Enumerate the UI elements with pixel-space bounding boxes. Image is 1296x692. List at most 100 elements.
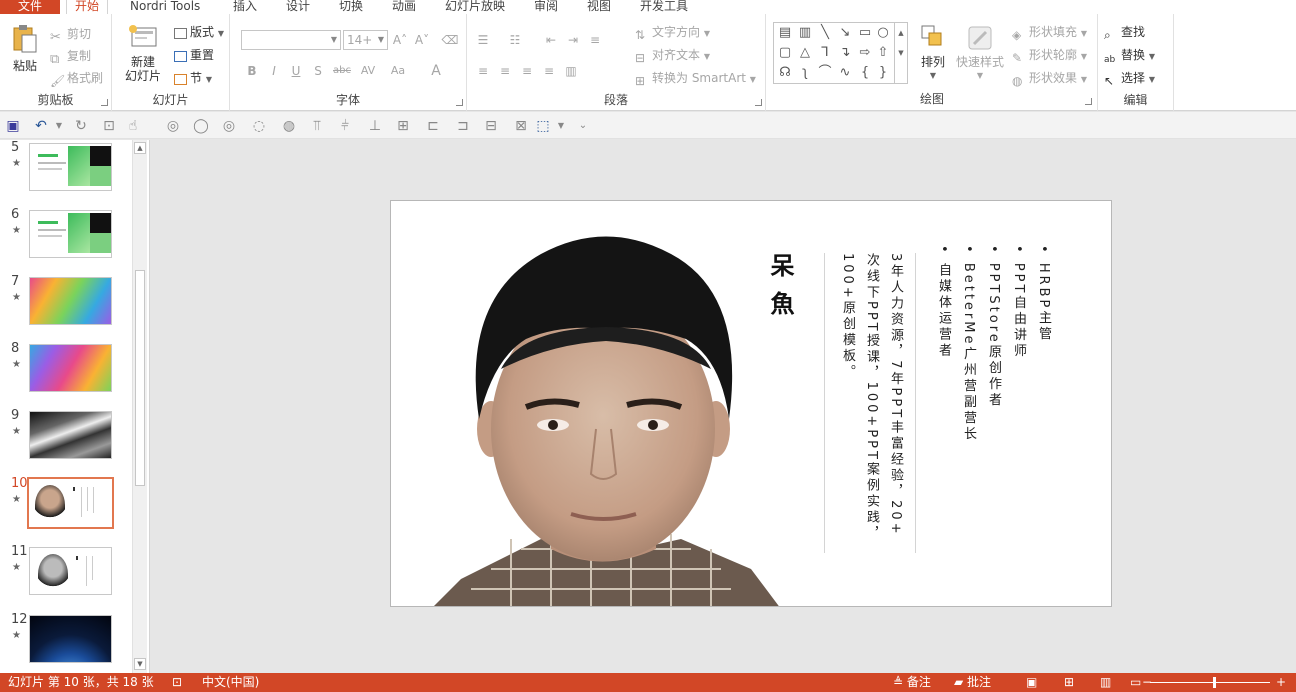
align-text-button[interactable]: ⊟ 对齐文本 ▼	[635, 45, 710, 65]
justify-button[interactable]: ≡	[539, 61, 559, 81]
font-name-combo[interactable]: ▼	[241, 30, 341, 50]
zoom-in-icon[interactable]: +	[1276, 673, 1286, 692]
portrait-photo[interactable]	[431, 229, 781, 607]
copy-button[interactable]: ⧉ 复制	[50, 46, 91, 67]
shape-outline-button[interactable]: ✎ 形状轮廓 ▼	[1012, 45, 1087, 65]
redo-icon[interactable]: ↻	[72, 117, 90, 135]
shapes-gallery[interactable]: ▤ ▥ ╲ ↘ ▭ ○ ▢ △ ⅂ ↴ ⇨ ⇧ ☊ ʅ ⌒ ∿ { }	[773, 22, 895, 84]
elbow-connector-shape-icon[interactable]: ⅂	[816, 44, 834, 62]
chevron-down-icon[interactable]: ▼	[50, 117, 68, 135]
columns-button[interactable]: ▥	[561, 61, 581, 81]
align-middle-icon[interactable]: ⫩	[336, 117, 354, 135]
zoom-slider[interactable]	[1150, 682, 1270, 683]
right-arrow-shape-icon[interactable]: ⇨	[856, 44, 874, 62]
align-center-icon[interactable]: ⊞	[394, 117, 412, 135]
format-painter-button[interactable]: 🖌 格式刷	[50, 68, 103, 88]
arrow-shape-icon[interactable]: ↘	[836, 24, 854, 42]
select-button[interactable]: ↖ 选择 ▼	[1104, 68, 1155, 88]
tab-review[interactable]: 审阅	[534, 0, 558, 14]
increase-indent-button[interactable]: ⇥	[563, 30, 583, 50]
align-top-icon[interactable]: ⫪	[308, 117, 326, 135]
combine-shapes-icon[interactable]: ◎	[220, 117, 238, 135]
slide-thumbnail[interactable]: 12 ★	[0, 612, 132, 672]
shape-select-icon[interactable]: ⬚	[534, 117, 552, 135]
line-shape-icon[interactable]: ╲	[816, 24, 834, 42]
align-right-icon[interactable]: ⊐	[454, 117, 472, 135]
tab-design[interactable]: 设计	[286, 0, 310, 14]
shape-effects-button[interactable]: ◍ 形状效果 ▼	[1012, 68, 1087, 88]
curve-shape-icon[interactable]: ʅ	[796, 64, 814, 82]
slide-thumbnail[interactable]: 6 ★	[0, 207, 132, 267]
elbow-arrow-shape-icon[interactable]: ↴	[836, 44, 854, 62]
customize-toolbar-icon[interactable]: ⌄	[574, 117, 592, 135]
reading-view-icon[interactable]: ▥	[1100, 673, 1111, 692]
language-indicator[interactable]: 中文(中国)	[202, 673, 259, 692]
align-right-button[interactable]: ≡	[517, 61, 537, 81]
normal-view-icon[interactable]: ▣	[1026, 673, 1037, 692]
scrollbar-thumb[interactable]	[135, 270, 145, 486]
font-size-combo[interactable]: 14+ ▼	[343, 30, 388, 50]
paste-button[interactable]: 粘贴	[6, 24, 44, 73]
freeform-shape-icon[interactable]: ☊	[776, 64, 794, 82]
dialog-launcher-icon[interactable]	[1085, 98, 1092, 105]
right-brace-shape-icon[interactable]: }	[874, 64, 892, 82]
tab-developer[interactable]: 开发工具	[640, 0, 688, 14]
bullet-list[interactable]: • HRBP主管 • PPT自由讲师 • PPTStore原创作者 • Bett…	[931, 245, 1056, 442]
distribute-icon[interactable]: ⊟	[482, 117, 500, 135]
align-left-button[interactable]: ≡	[473, 61, 493, 81]
shadow-button[interactable]: S	[308, 61, 328, 81]
notes-button[interactable]: ≜ 备注	[893, 673, 931, 692]
align-bottom-icon[interactable]: ⊥	[366, 117, 384, 135]
scroll-down-icon[interactable]: ▼	[134, 658, 146, 670]
group-objects-icon[interactable]: ⊠	[512, 117, 530, 135]
vertical-textbox-shape-icon[interactable]: ▥	[796, 24, 814, 42]
chevron-down-icon[interactable]: ▼	[552, 117, 570, 135]
slide-thumbnail-active[interactable]: 10 ★	[0, 476, 132, 536]
comments-button[interactable]: ▰ 批注	[954, 673, 991, 692]
slide-thumbnail[interactable]: 9 ★	[0, 408, 132, 468]
replace-button[interactable]: ab 替换 ▼	[1104, 45, 1155, 65]
shrink-font-button[interactable]: A˅	[412, 30, 432, 50]
scroll-up-icon[interactable]: ▲	[134, 142, 146, 154]
oval-shape-icon[interactable]: ○	[874, 24, 892, 42]
grow-font-button[interactable]: A˄	[390, 30, 410, 50]
numbering-button[interactable]: ☷	[505, 30, 525, 50]
shape-fill-button[interactable]: ◈ 形状填充 ▼	[1012, 22, 1087, 42]
align-center-button[interactable]: ≡	[495, 61, 515, 81]
slide-thumbnail[interactable]: 5 ★	[0, 140, 132, 200]
union-shapes-icon[interactable]: ◯	[192, 117, 210, 135]
shapes-gallery-scroll[interactable]: ▲ ▼	[895, 22, 908, 84]
section-button[interactable]: 节 ▼	[174, 68, 212, 88]
tab-animations[interactable]: 动画	[392, 0, 416, 14]
slide-thumbnail[interactable]: 8 ★	[0, 341, 132, 401]
wave-shape-icon[interactable]: ∿	[836, 64, 854, 82]
convert-smartart-button[interactable]: ⊞ 转换为 SmartArt ▼	[635, 68, 756, 88]
intersect-shapes-icon[interactable]: ◍	[280, 117, 298, 135]
arrange-button[interactable]: 排列 ▼	[914, 24, 952, 83]
rounded-rect-shape-icon[interactable]: ▢	[776, 44, 794, 62]
slide-thumbnail[interactable]: 7 ★	[0, 274, 132, 334]
strikethrough-button[interactable]: abc	[330, 61, 354, 81]
underline-button[interactable]: U	[286, 61, 306, 81]
italic-button[interactable]: I	[264, 61, 284, 81]
text-direction-button[interactable]: ⇅ 文字方向 ▼	[635, 22, 710, 42]
tab-view[interactable]: 视图	[587, 0, 611, 14]
presenter-name[interactable]: 呆魚	[763, 253, 798, 329]
align-left-icon[interactable]: ⊏	[424, 117, 442, 135]
thumbnail-scrollbar[interactable]: ▲ ▼	[132, 140, 147, 673]
quick-styles-button[interactable]: 快速样式 ▼	[952, 24, 1008, 83]
clear-format-button[interactable]: ⌫	[440, 30, 460, 50]
change-case-button[interactable]: Aa	[386, 61, 410, 81]
new-slide-button[interactable]: 新建 幻灯片	[118, 24, 168, 83]
dialog-launcher-icon[interactable]	[456, 99, 463, 106]
tab-home[interactable]: 开始	[66, 0, 109, 14]
slide-sorter-icon[interactable]: ⊞	[1064, 673, 1074, 692]
tab-nordri-tools[interactable]: Nordri Tools	[130, 0, 200, 14]
bullets-button[interactable]: ☰	[473, 30, 493, 50]
spell-check-icon[interactable]: ⊡	[172, 673, 182, 692]
textbox-shape-icon[interactable]: ▤	[776, 24, 794, 42]
bio-text[interactable]: 3年人力资源，7年PPT丰富经验，20+ 次线下PPT授课，100+PPT案例实…	[835, 253, 907, 542]
find-button[interactable]: ⌕ 查找	[1104, 22, 1145, 42]
zoom-slider-knob[interactable]	[1213, 677, 1216, 688]
undo-icon[interactable]: ↶	[32, 117, 50, 135]
